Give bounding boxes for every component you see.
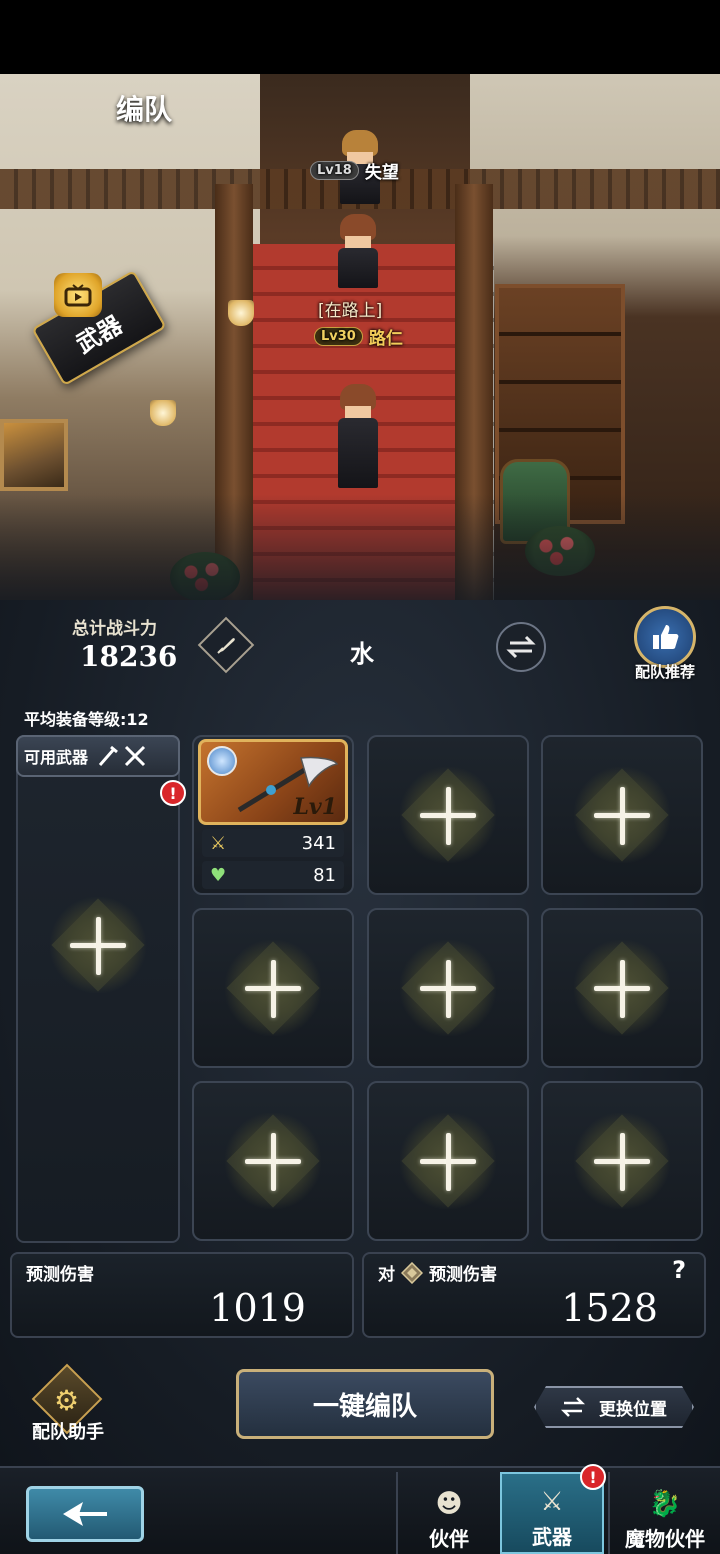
character-name-tag: Lv18 失望: [310, 158, 399, 183]
add-slot-icon: [400, 1113, 496, 1209]
attack-value: 341: [301, 832, 336, 854]
versus-damage-label: 预测伤害: [429, 1265, 497, 1285]
available-weapons-label: 可用武器: [24, 748, 89, 767]
predicted-damage-value: 1019: [209, 1286, 306, 1330]
weapon-slot-empty[interactable]: [541, 1081, 703, 1241]
wall-lamp-icon: [150, 400, 176, 426]
switch-team-button[interactable]: [496, 622, 546, 672]
add-slot-icon: [225, 1113, 321, 1209]
hp-value: 81: [313, 864, 336, 886]
tv-icon: [54, 273, 102, 317]
heart-icon: ♥: [210, 864, 227, 886]
predicted-damage-label: 预测伤害: [26, 1265, 94, 1285]
available-weapons-panel: [16, 735, 180, 1243]
tab-label: 伙伴: [429, 1527, 469, 1551]
power-label: 总计战斗力: [72, 619, 157, 639]
person-icon: ☻: [435, 1489, 463, 1519]
alert-badge: !: [580, 1464, 606, 1490]
weapon-level: Lv1: [293, 794, 337, 820]
character-status: [在路上]: [318, 301, 383, 321]
predicted-damage-box: 预测伤害 1019: [10, 1252, 354, 1338]
add-slot-icon: [400, 767, 496, 863]
gear-icon: ⚙: [54, 1384, 80, 1417]
tab-partners[interactable]: ☻ 伙伴: [396, 1472, 500, 1554]
status-bar: [0, 0, 720, 74]
thumbs-up-icon: [634, 606, 696, 668]
character-sprite[interactable]: [336, 384, 380, 488]
weapon-slot-equipped[interactable]: Lv1 ⚔ 341 ♥ 81: [192, 735, 354, 895]
help-icon[interactable]: ?: [672, 1256, 686, 1284]
add-slot-icon: [574, 767, 670, 863]
character-name: 失望: [364, 163, 399, 183]
add-slot-icon[interactable]: [50, 897, 146, 993]
weapon-video-banner[interactable]: 武器: [31, 269, 167, 387]
alert-badge: !: [160, 780, 186, 806]
available-weapons-header[interactable]: 可用武器: [16, 735, 180, 777]
average-equipment-level: 平均装备等级:12: [24, 710, 149, 729]
dragon-icon: 🐉: [648, 1489, 682, 1519]
add-slot-icon: [400, 940, 496, 1036]
versus-damage-value: 1528: [561, 1286, 658, 1330]
change-position-label: 更换位置: [599, 1399, 667, 1420]
add-slot-icon: [574, 940, 670, 1036]
swap-arrows-icon: [561, 1397, 585, 1417]
character-name-tag: Lv30 路仁: [314, 324, 403, 349]
crossed-swords-icon: ⚔: [540, 1487, 564, 1517]
weapon-slot-empty[interactable]: [192, 1081, 354, 1241]
character-sprite[interactable]: [336, 214, 380, 288]
recommend-label: 配队推荐: [634, 663, 695, 681]
hp-stat: ♥ 81: [202, 861, 344, 889]
attack-stat: ⚔ 341: [202, 829, 344, 857]
back-button[interactable]: [26, 1486, 144, 1542]
element-diamond-icon: [401, 1261, 423, 1284]
feather-icon: [217, 638, 235, 654]
versus-damage-box: 对 预测伤害 ? 1528: [362, 1252, 706, 1338]
weapon-slot-empty[interactable]: [541, 908, 703, 1068]
landscape-painting: [0, 419, 68, 491]
assistant-label: 配队助手: [32, 1422, 104, 1443]
swap-arrows-icon: [506, 635, 536, 659]
change-position-button[interactable]: 更换位置: [534, 1386, 694, 1428]
add-slot-icon: [574, 1113, 670, 1209]
back-arrow-icon: [63, 1502, 107, 1526]
tab-label: 魔物伙伴: [625, 1527, 705, 1551]
character-name: 路仁: [368, 329, 403, 349]
team-recommend-button[interactable]: 配队推荐: [628, 606, 702, 686]
versus-prefix: 对: [378, 1265, 395, 1285]
sword-icon: ⚔: [210, 832, 227, 854]
level-badge: Lv30: [314, 327, 363, 346]
weapon-slot-empty[interactable]: [192, 908, 354, 1068]
tab-monster-partners[interactable]: 🐉 魔物伙伴: [608, 1472, 720, 1554]
weapon-slot-empty[interactable]: [367, 1081, 529, 1241]
weapon-slot-empty[interactable]: [367, 908, 529, 1068]
add-slot-icon: [225, 940, 321, 1036]
one-key-formation-button[interactable]: 一键编队: [236, 1369, 494, 1439]
weapon-image: Lv1: [198, 739, 348, 825]
wall-lamp-icon: [228, 300, 254, 326]
team-name[interactable]: 水: [350, 634, 374, 669]
weapon-slot-empty[interactable]: [541, 735, 703, 895]
tab-label: 武器: [532, 1525, 572, 1549]
level-badge: Lv18: [310, 161, 359, 180]
weapon-slot-empty[interactable]: [367, 735, 529, 895]
power-value: 18236: [80, 640, 178, 673]
page-title: 编队: [116, 93, 173, 126]
crossed-weapons-icon: [98, 745, 146, 767]
team-assistant-button[interactable]: ⚙ 配队助手: [24, 1363, 112, 1448]
